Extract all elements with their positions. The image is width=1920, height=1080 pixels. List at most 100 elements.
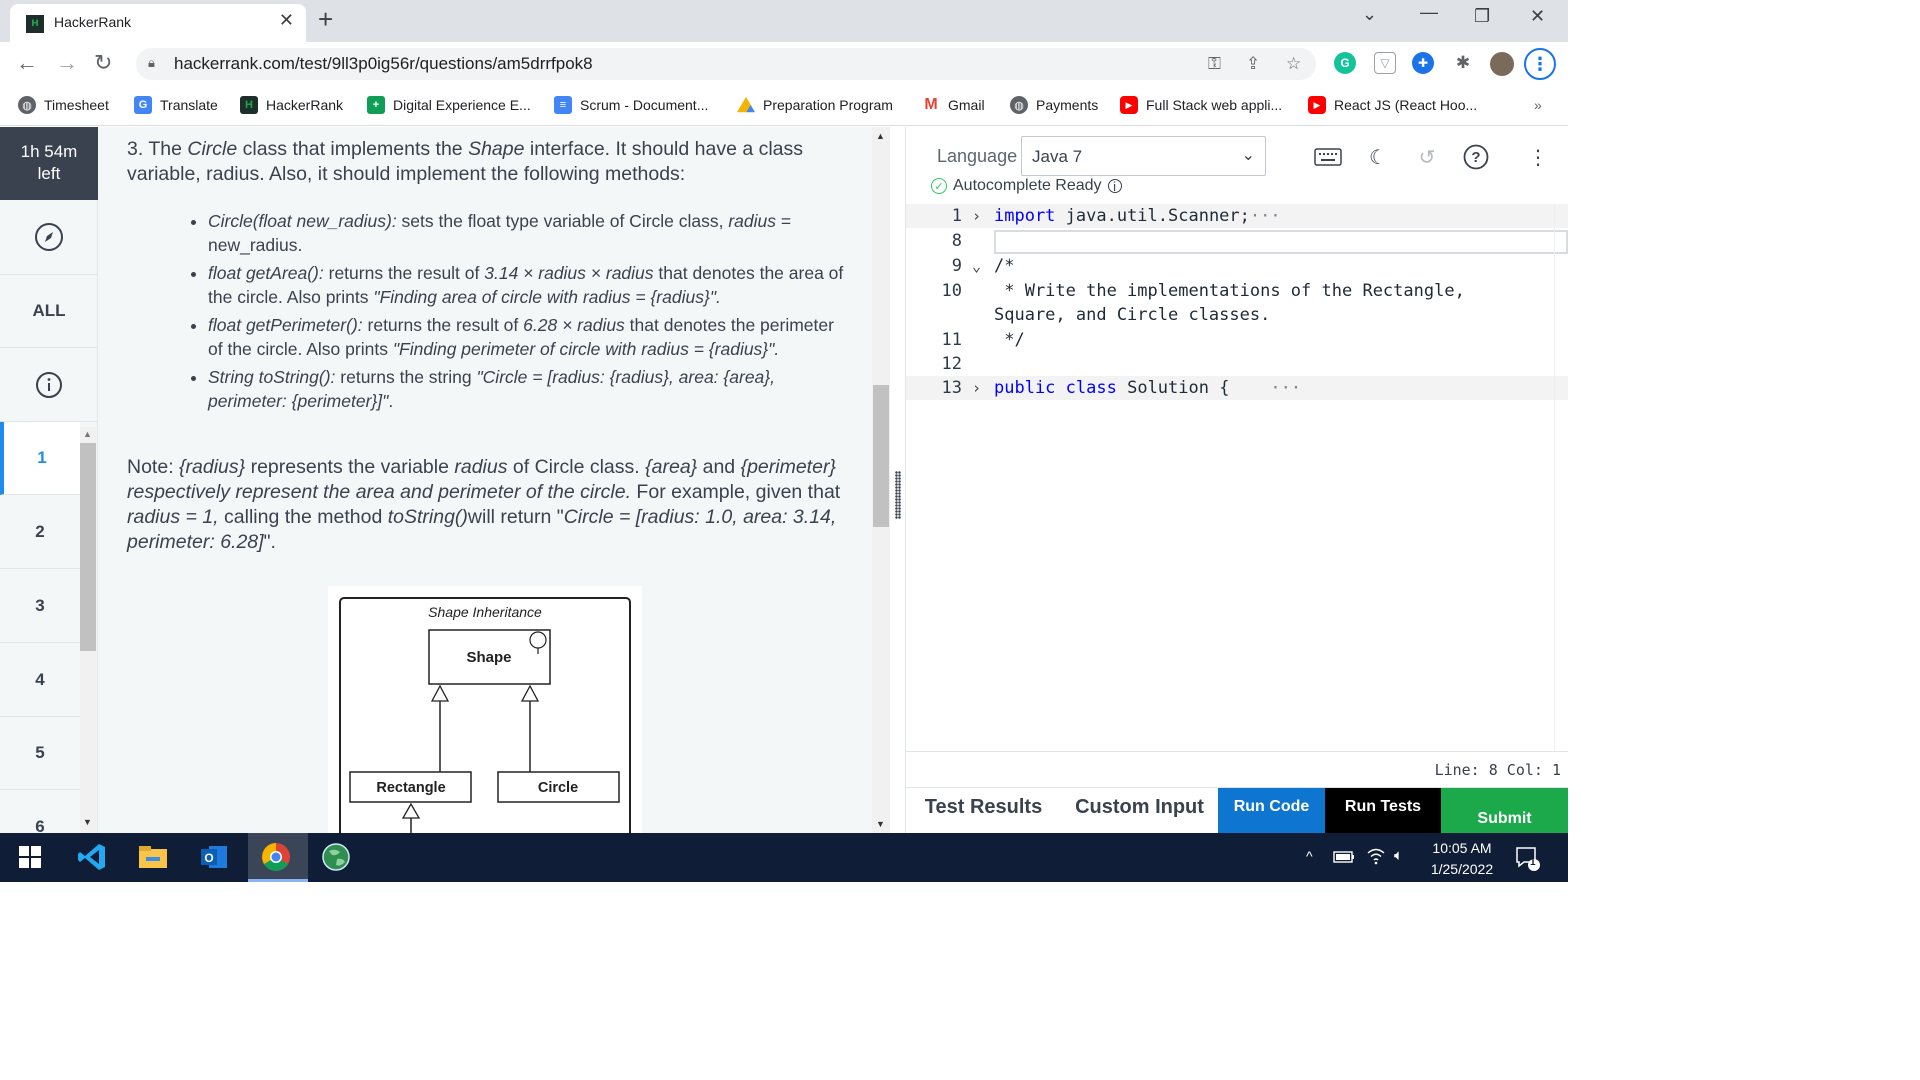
- bookmarks-more-button[interactable]: »: [1534, 94, 1542, 116]
- info-button[interactable]: [0, 348, 98, 422]
- bookmark-preparation-program[interactable]: Preparation Program: [737, 94, 893, 116]
- language-select[interactable]: Java 7 ⌄: [1021, 136, 1266, 176]
- line-number: 8: [951, 231, 962, 251]
- editor-scrollbar[interactable]: [1554, 204, 1568, 751]
- code-line[interactable]: 11 */: [906, 328, 1568, 352]
- code-line[interactable]: 1 › import java.util.Scanner;···: [906, 204, 1568, 228]
- bookmark-digital-experience[interactable]: + Digital Experience E...: [367, 94, 531, 116]
- code-line[interactable]: 13 › public class Solution { ···: [906, 376, 1568, 400]
- bookmark-scrum-document[interactable]: ≡ Scrum - Document...: [554, 94, 708, 116]
- question-scrollbar[interactable]: ▲ ▼: [872, 127, 890, 833]
- bookmark-gmail[interactable]: M Gmail: [922, 94, 985, 116]
- help-icon[interactable]: ?: [1462, 143, 1490, 171]
- keyboard-shortcuts-icon[interactable]: [1314, 143, 1342, 171]
- question-nav-1[interactable]: 1: [0, 422, 80, 495]
- back-arrow-icon[interactable]: ←: [16, 50, 38, 76]
- lock-icon[interactable]: 🔒︎: [148, 55, 155, 71]
- code-line[interactable]: 12: [906, 352, 1568, 376]
- password-key-icon[interactable]: ⚿: [1208, 54, 1221, 74]
- scroll-up-arrow-icon[interactable]: ▲: [876, 131, 885, 141]
- note-example: radius = 1,: [127, 506, 219, 528]
- extensions-puzzle-icon[interactable]: ✱: [1452, 52, 1474, 74]
- code-line[interactable]: 9 ⌄ /*: [906, 254, 1568, 278]
- fold-toggle-icon[interactable]: ›: [972, 204, 981, 228]
- bookmarks-bar: ◍ Timesheet G Translate H HackerRank + D…: [0, 86, 1568, 126]
- grammarly-extension-icon[interactable]: G: [1334, 52, 1356, 74]
- tab-close-icon[interactable]: ✕: [279, 10, 294, 31]
- browser-tab-hackerrank[interactable]: H HackerRank ✕: [10, 4, 306, 42]
- bookmark-payments[interactable]: ◍ Payments: [1010, 94, 1098, 116]
- restore-button[interactable]: ❐: [1474, 6, 1490, 27]
- google-drive-icon: [737, 96, 755, 113]
- code-line[interactable]: 10 * Write the implementations of the Re…: [906, 279, 1568, 303]
- hackerrank-icon: H: [240, 96, 258, 114]
- extension-plus-icon[interactable]: ✚: [1412, 52, 1434, 74]
- vscode-icon[interactable]: [76, 841, 108, 873]
- bookmark-full-stack[interactable]: ▶ Full Stack web appli...: [1120, 94, 1282, 116]
- address-bar[interactable]: 🔒︎ hackerrank.com/test/9ll3p0ig56r/quest…: [136, 48, 1316, 80]
- folded-ellipsis-icon[interactable]: ···: [1270, 378, 1301, 398]
- code-line[interactable]: 8: [906, 229, 1568, 253]
- share-icon[interactable]: ⇪: [1246, 54, 1260, 74]
- system-clock[interactable]: 10:05 AM 1/25/2022: [1424, 838, 1500, 880]
- shield-extension-icon[interactable]: ▽: [1374, 52, 1396, 74]
- folded-ellipsis-icon[interactable]: ···: [1250, 206, 1281, 226]
- bookmark-react-js[interactable]: ▶ React JS (React Hoo...: [1308, 94, 1477, 116]
- sidebar-scrollbar[interactable]: ▲ ▼: [80, 427, 96, 833]
- bookmark-timesheet[interactable]: ◍ Timesheet: [18, 94, 109, 116]
- bookmark-translate[interactable]: G Translate: [134, 94, 218, 116]
- window-close-button[interactable]: ✕: [1530, 6, 1545, 27]
- dark-mode-moon-icon[interactable]: ☾: [1364, 143, 1392, 171]
- history-icon[interactable]: ↺: [1413, 143, 1441, 171]
- minimize-button[interactable]: —: [1420, 2, 1438, 23]
- notification-center-icon[interactable]: 1: [1514, 845, 1540, 874]
- scroll-down-arrow-icon[interactable]: ▼: [83, 817, 92, 827]
- profile-avatar[interactable]: [1490, 52, 1514, 76]
- scroll-down-arrow-icon[interactable]: ▼: [876, 819, 885, 829]
- sidebar-scroll-thumb[interactable]: [80, 443, 96, 651]
- run-tests-button[interactable]: Run Tests: [1325, 788, 1441, 833]
- windows-start-icon[interactable]: [14, 841, 46, 873]
- battery-icon[interactable]: [1333, 850, 1355, 866]
- line-number: 1: [951, 206, 962, 226]
- run-code-button[interactable]: Run Code: [1218, 788, 1325, 833]
- scroll-up-arrow-icon[interactable]: ▲: [83, 429, 92, 439]
- panel-resize-handle[interactable]: [890, 127, 906, 833]
- submit-button[interactable]: Submit: [1441, 788, 1568, 833]
- fold-toggle-icon[interactable]: ⌄: [972, 254, 981, 278]
- chrome-menu-icon[interactable]: ⋮: [1524, 48, 1556, 80]
- more-options-icon[interactable]: ⋮: [1524, 143, 1552, 171]
- outlook-icon[interactable]: O: [198, 841, 230, 873]
- bookmark-label: Translate: [160, 97, 218, 113]
- question-nav-3[interactable]: 3: [0, 570, 80, 643]
- test-results-tab[interactable]: Test Results: [906, 788, 1061, 833]
- bookmark-hackerrank[interactable]: H HackerRank: [240, 94, 343, 116]
- language-label: Language: [937, 146, 1018, 166]
- all-questions-button[interactable]: ALL: [0, 275, 98, 348]
- tab-search-chevron-icon[interactable]: ⌄: [1362, 4, 1377, 25]
- drag-grip-icon[interactable]: [895, 471, 901, 519]
- code-area[interactable]: 1 › import java.util.Scanner;··· 8 9 ⌄ /…: [906, 204, 1568, 751]
- question-nav-4[interactable]: 4: [0, 644, 80, 717]
- compass-nav-button[interactable]: [0, 200, 98, 275]
- svg-text:O: O: [204, 851, 213, 865]
- tray-chevron-up-icon[interactable]: ^: [1306, 848, 1313, 864]
- wifi-icon[interactable]: [1366, 847, 1386, 868]
- fold-toggle-icon[interactable]: ›: [972, 376, 981, 400]
- interface-lollipop-icon: [529, 631, 547, 649]
- info-icon[interactable]: i: [1107, 179, 1122, 194]
- volume-icon[interactable]: 🔈︎: [1394, 847, 1403, 864]
- reload-icon[interactable]: ↻: [94, 50, 112, 76]
- note-text: represents the variable: [245, 456, 455, 478]
- globe-app-icon[interactable]: [320, 841, 352, 873]
- code-line-wrap[interactable]: Square, and Circle classes.: [906, 303, 1568, 327]
- question-nav-2[interactable]: 2: [0, 496, 80, 569]
- question-scroll-thumb[interactable]: [873, 385, 889, 527]
- chrome-icon[interactable]: [260, 841, 292, 873]
- question-nav-5[interactable]: 5: [0, 717, 80, 790]
- custom-input-tab[interactable]: Custom Input: [1061, 788, 1218, 833]
- file-explorer-icon[interactable]: [137, 841, 169, 873]
- new-tab-button[interactable]: +: [318, 4, 333, 35]
- bookmark-star-icon[interactable]: ☆: [1286, 54, 1301, 74]
- forward-arrow-icon[interactable]: →: [56, 50, 78, 76]
